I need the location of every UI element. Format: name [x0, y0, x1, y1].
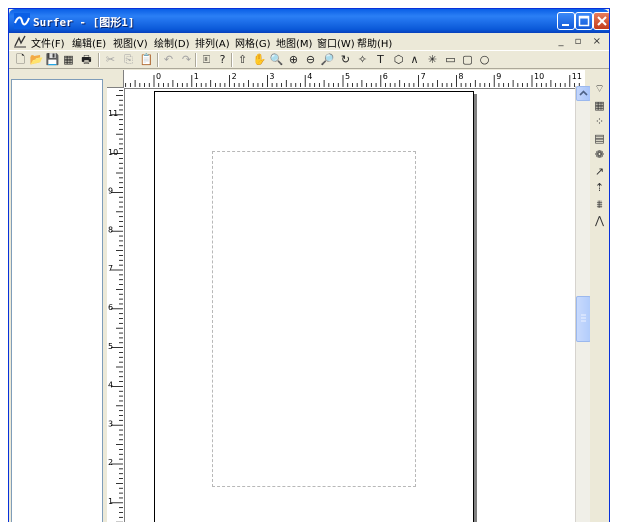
- menu-help[interactable]: 帮助(H): [357, 35, 392, 50]
- toolbar-separator: [157, 53, 159, 67]
- vertical-scrollbar[interactable]: [575, 86, 591, 522]
- image-map-icon[interactable]: ▤: [592, 131, 607, 146]
- pan-hand-icon[interactable]: ✋: [252, 52, 267, 67]
- surface-icon[interactable]: ⋀: [592, 213, 607, 228]
- post-map-icon[interactable]: ⁘: [592, 114, 607, 129]
- polyline-icon[interactable]: ∧: [407, 52, 422, 67]
- v-ruler-label: 11: [108, 109, 118, 118]
- undo-icon[interactable]: ↶: [161, 52, 176, 67]
- classed-post-icon[interactable]: ⇡: [592, 180, 607, 195]
- menu-draw[interactable]: 绘制(D): [154, 35, 190, 50]
- zoom-fit-icon[interactable]: 🔎: [320, 52, 335, 67]
- v-ruler-label: 8: [108, 225, 113, 234]
- v-ruler-label: 3: [108, 419, 113, 428]
- wireframe-icon[interactable]: ⩩: [592, 197, 607, 212]
- ruler-corner: [107, 70, 124, 88]
- minimize-button[interactable]: [557, 12, 575, 30]
- document-icon[interactable]: [13, 34, 27, 48]
- rounded-rectangle-icon[interactable]: ▢: [460, 52, 475, 67]
- contour-map-icon[interactable]: ⌔: [592, 81, 607, 96]
- horizontal-ruler: 0 1 2 3 4 5 6 7 8 9 10 11: [107, 70, 585, 89]
- object-manager-icon[interactable]: 🗉: [199, 52, 214, 67]
- maximize-icon: [578, 15, 590, 27]
- scroll-thumb[interactable]: [576, 296, 591, 342]
- h-ruler-label: 9: [496, 72, 501, 81]
- rectangle-icon[interactable]: ▭: [443, 52, 458, 67]
- h-ruler-label: 6: [383, 72, 388, 81]
- h-ruler-label: 3: [269, 72, 274, 81]
- scroll-up-button[interactable]: [576, 86, 591, 101]
- close-button[interactable]: [593, 12, 609, 30]
- v-ruler-label: 5: [108, 342, 113, 351]
- copy-icon[interactable]: ⎘: [121, 52, 136, 67]
- toolbar-separator: [231, 53, 233, 67]
- title-bar[interactable]: Surfer - [图形1]: [9, 9, 609, 33]
- menu-view[interactable]: 视图(V): [113, 35, 148, 50]
- h-ruler-label: 4: [307, 72, 312, 81]
- surfer-window: Surfer - [图形1] 文件(F) 编辑(E) 视图(V) 绘制(D) 排…: [8, 8, 610, 522]
- worksheet-icon[interactable]: ▦: [61, 52, 76, 67]
- window-title: Surfer - [图形1]: [33, 16, 135, 29]
- reshape-icon[interactable]: ✧: [355, 52, 370, 67]
- main-toolbar: 🗋 📂 💾 ▦ 🖶 ✂ ⎘ 📋 ↶ ↷ 🗉? ⇧ ✋ 🔍 ⊕ ⊖ 🔎 ↻ ✧ T ⬡ ∧ ✳ ▭ ▢ ○: [9, 50, 609, 69]
- zoom-out-icon[interactable]: ⊖: [303, 52, 318, 67]
- menu-window[interactable]: 窗口(W): [317, 35, 355, 50]
- open-folder-icon[interactable]: 📂: [29, 52, 44, 67]
- mdi-controls[interactable]: _ ▫ ×: [558, 36, 605, 47]
- toolbar-separator: [195, 53, 197, 67]
- h-ruler-label: 8: [458, 72, 463, 81]
- h-ruler-label: 5: [345, 72, 350, 81]
- minimize-icon: [562, 24, 569, 26]
- menu-file[interactable]: 文件(F): [31, 35, 65, 50]
- context-help-icon[interactable]: ?: [215, 52, 230, 67]
- surfer-app-icon: [14, 13, 30, 29]
- h-ruler-label: 0: [156, 72, 161, 81]
- h-ruler-label: 7: [421, 72, 426, 81]
- save-icon[interactable]: 💾: [45, 52, 60, 67]
- page-margin-outline: [212, 151, 416, 487]
- paste-icon[interactable]: 📋: [139, 52, 154, 67]
- close-icon: [597, 16, 607, 26]
- vector-map-icon[interactable]: ↗: [592, 164, 607, 179]
- symbol-icon[interactable]: ✳: [425, 52, 440, 67]
- zoom-in-icon[interactable]: ⊕: [286, 52, 301, 67]
- polygon-icon[interactable]: ⬡: [391, 52, 406, 67]
- zoom-rect-icon[interactable]: 🔍: [269, 52, 284, 67]
- h-ruler-label: 2: [232, 72, 237, 81]
- v-ruler-label: 6: [108, 303, 113, 312]
- shaded-relief-icon[interactable]: ❁: [592, 147, 607, 162]
- maximize-button[interactable]: [575, 12, 593, 30]
- map-toolbar: ⌔ ▦ ⁘ ▤ ❁ ↗ ⇡ ⩩ ⋀: [590, 71, 609, 522]
- menu-edit[interactable]: 编辑(E): [72, 35, 106, 50]
- menu-map[interactable]: 地图(M): [276, 35, 312, 50]
- h-ruler-label: 1: [194, 72, 199, 81]
- v-ruler-label: 4: [108, 381, 113, 390]
- v-ruler-label: 9: [108, 187, 113, 196]
- chevron-up-icon: [579, 90, 588, 96]
- toolbar-separator: [98, 53, 100, 67]
- select-arrow-icon[interactable]: ⇧: [235, 52, 250, 67]
- new-file-icon[interactable]: 🗋: [13, 52, 28, 67]
- v-ruler-label: 1: [108, 497, 113, 506]
- menu-grid[interactable]: 网格(G): [235, 35, 271, 50]
- ellipse-icon[interactable]: ○: [477, 52, 492, 67]
- redo-icon[interactable]: ↷: [179, 52, 194, 67]
- v-ruler-label: 7: [108, 264, 113, 273]
- h-ruler-label: 10: [534, 72, 544, 81]
- menu-bar: 文件(F) 编辑(E) 视图(V) 绘制(D) 排列(A) 网格(G) 地图(M…: [9, 33, 609, 50]
- grip-icon: [581, 314, 586, 322]
- object-manager-header: [11, 71, 103, 79]
- text-icon[interactable]: T: [373, 52, 388, 67]
- h-ruler-label: 11: [572, 72, 582, 81]
- print-icon[interactable]: 🖶: [79, 52, 94, 67]
- cut-icon[interactable]: ✂: [103, 52, 118, 67]
- menu-arrange[interactable]: 排列(A): [195, 35, 230, 50]
- rotate-icon[interactable]: ↻: [338, 52, 353, 67]
- v-ruler-label: 10: [108, 148, 118, 157]
- v-ruler-label: 2: [108, 458, 113, 467]
- vertical-ruler: 11 10 9 8 7 6 5 4 3 2 1: [107, 88, 125, 522]
- base-map-icon[interactable]: ▦: [592, 98, 607, 113]
- object-manager-pane[interactable]: [11, 79, 103, 522]
